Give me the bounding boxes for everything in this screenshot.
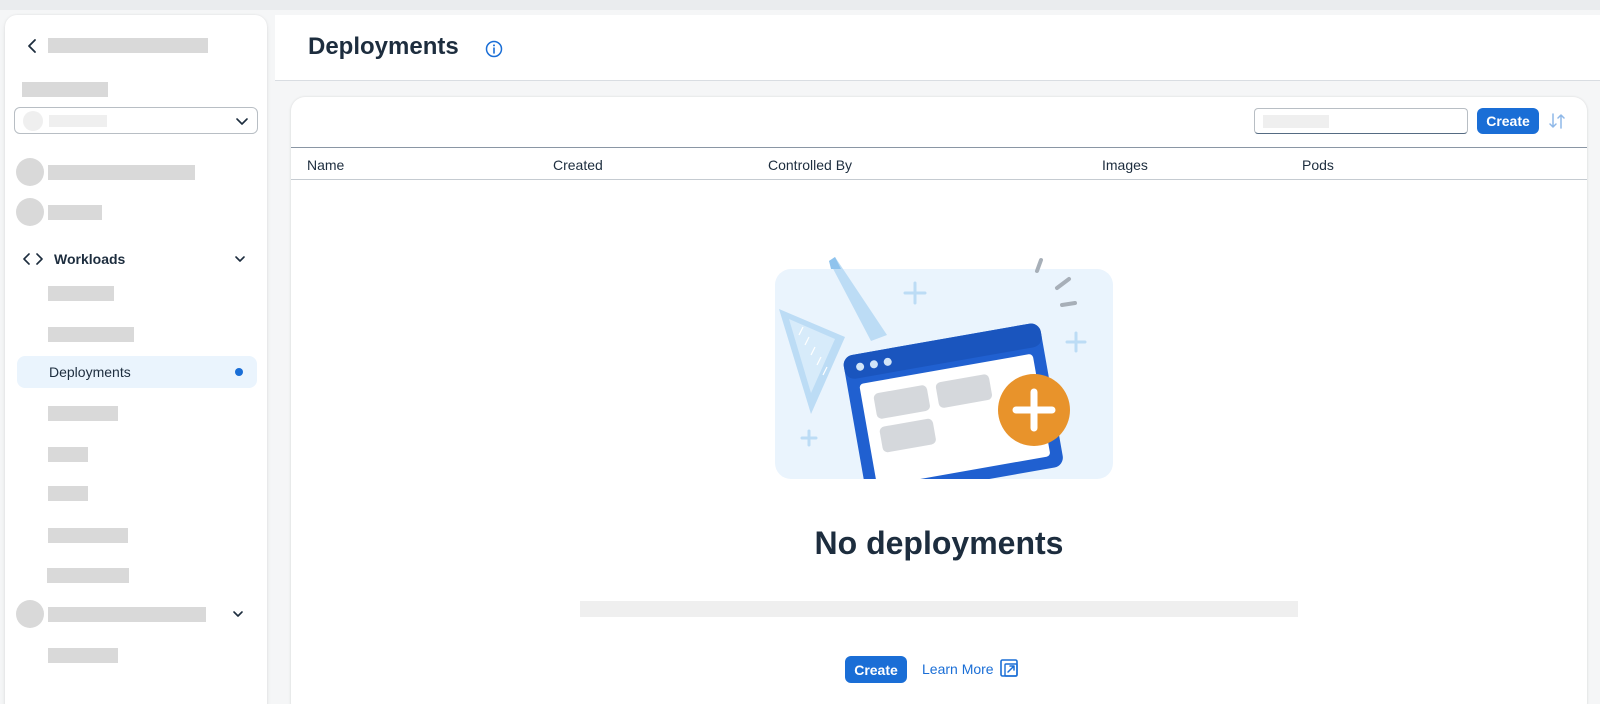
empty-state-actions: Create Learn More [291, 656, 1587, 684]
sidebar-subitem-placeholder[interactable] [48, 286, 114, 301]
page-title: Deployments [308, 33, 459, 60]
table-header: Name Created Controlled By Images Pods [291, 147, 1587, 180]
nav-icon-placeholder [16, 198, 44, 226]
empty-state-title: No deployments [814, 525, 1064, 561]
sidebar-subitem-placeholder[interactable] [48, 648, 118, 663]
sidebar: Workloads Deployments [5, 15, 267, 704]
back-button[interactable] [25, 37, 41, 55]
sidebar-subitem-placeholder[interactable] [48, 406, 118, 421]
nav-label-placeholder [48, 607, 206, 622]
chevron-down-icon [233, 611, 243, 617]
nav-label-placeholder [48, 165, 195, 180]
selected-indicator-dot [235, 368, 243, 376]
chevron-down-icon [236, 118, 248, 125]
learn-more-link[interactable]: Learn More [922, 661, 994, 677]
sidebar-item-label: Deployments [49, 364, 131, 380]
chevron-left-icon [28, 39, 36, 53]
empty-state-illustration [775, 257, 1113, 479]
cluster-name-placeholder [48, 38, 208, 53]
sidebar-item-placeholder[interactable] [16, 599, 256, 629]
sidebar-subitem-placeholder[interactable] [48, 486, 88, 501]
table-toolbar: Create [291, 97, 1587, 147]
deployments-table-card: Create Name Created Controlled By Images… [291, 97, 1587, 704]
top-strip [0, 0, 1600, 10]
page-header: Deployments [275, 15, 1600, 81]
sidebar-subitem-placeholder[interactable] [47, 568, 129, 583]
namespace-select[interactable] [14, 107, 258, 134]
namespace-value-placeholder [49, 115, 107, 127]
create-button[interactable]: Create [1477, 108, 1539, 134]
sidebar-item-deployments[interactable]: Deployments [17, 356, 257, 388]
empty-state-description-placeholder [580, 601, 1298, 617]
info-icon[interactable] [485, 40, 503, 58]
sidebar-item-placeholder[interactable] [16, 197, 256, 227]
namespace-avatar-placeholder [23, 111, 43, 131]
sort-icon[interactable] [1546, 110, 1568, 132]
column-header-pods[interactable]: Pods [1302, 157, 1334, 173]
chevron-down-icon [235, 256, 245, 262]
nav-icon-placeholder [16, 158, 44, 186]
column-header-controlled-by[interactable]: Controlled By [768, 157, 852, 173]
nav-icon-placeholder [16, 600, 44, 628]
external-link-icon[interactable] [999, 658, 1019, 678]
sidebar-subitem-placeholder[interactable] [48, 447, 88, 462]
sidebar-group-workloads[interactable]: Workloads [17, 244, 257, 274]
empty-state-create-button[interactable]: Create [845, 656, 907, 683]
search-input[interactable] [1254, 108, 1468, 134]
section-label-placeholder [22, 82, 108, 97]
sidebar-group-label: Workloads [54, 251, 126, 267]
sidebar-subitem-placeholder[interactable] [48, 528, 128, 543]
sidebar-item-placeholder[interactable] [16, 157, 256, 187]
column-header-name[interactable]: Name [307, 157, 344, 173]
column-header-images[interactable]: Images [1102, 157, 1148, 173]
nav-label-placeholder [48, 205, 102, 220]
code-icon [23, 253, 43, 265]
column-header-created[interactable]: Created [553, 157, 603, 173]
sidebar-subitem-placeholder[interactable] [48, 327, 134, 342]
